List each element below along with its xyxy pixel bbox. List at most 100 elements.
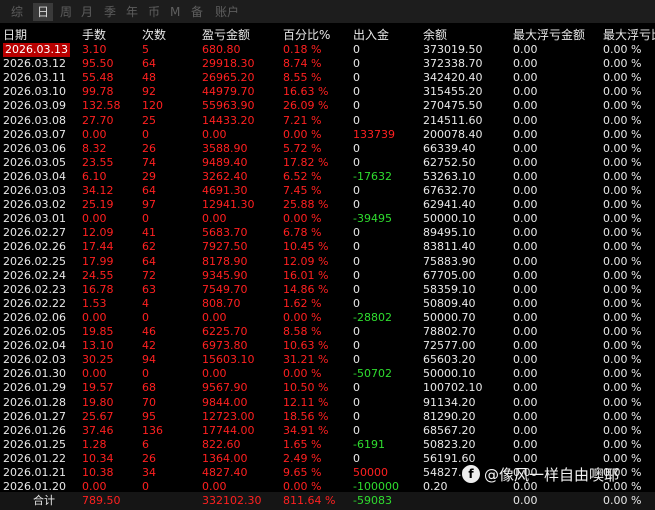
cell-max-drawdown-pct: 0.00 % bbox=[603, 141, 642, 155]
table-row[interactable]: 2026.03.09 132.58 120 55963.90 26.09 % 0 27047… bbox=[0, 99, 655, 113]
table-row[interactable]: 2026.02.06 0.00 0 0.00 0.00 % -28802 50000.70 0… bbox=[0, 311, 655, 325]
cell-max-drawdown: 0.00 bbox=[513, 85, 538, 99]
header-lots[interactable]: 手数 bbox=[82, 27, 106, 43]
cell-flow: 0 bbox=[353, 423, 360, 437]
table-row[interactable]: 2026.01.28 19.80 70 9844.00 12.11 % 0 91134.20… bbox=[0, 396, 655, 410]
cell-max-drawdown: 0.00 bbox=[513, 57, 538, 71]
cell-count: 26 bbox=[142, 451, 156, 465]
table-row[interactable]: 2026.01.30 0.00 0 0.00 0.00 % -50702 50000.10 0… bbox=[0, 367, 655, 381]
table-row[interactable]: 2026.02.27 12.09 41 5683.70 6.78 % 0 89495.10 0… bbox=[0, 226, 655, 240]
cell-date: 2026.02.24 bbox=[3, 268, 66, 282]
tab-7[interactable]: M bbox=[170, 3, 180, 21]
header-date[interactable]: 日期 bbox=[3, 27, 27, 43]
cell-flow: 0 bbox=[353, 409, 360, 423]
cell-max-drawdown-pct: 0.00 % bbox=[603, 437, 642, 451]
cell-balance: 83811.40 bbox=[423, 240, 476, 254]
cell-pnl: 4827.40 bbox=[202, 466, 248, 479]
tab-6[interactable]: 币 bbox=[146, 3, 162, 21]
header-balance[interactable]: 余额 bbox=[423, 27, 447, 43]
tab-4[interactable]: 季 bbox=[102, 3, 118, 21]
cell-max-drawdown-pct: 0.00 % bbox=[603, 310, 642, 324]
tab-9[interactable]: 账户 bbox=[213, 3, 241, 21]
table-row[interactable]: 2026.02.26 17.44 62 7927.50 10.45 % 0 83811.40… bbox=[0, 240, 655, 254]
cell-balance: 50809.40 bbox=[423, 296, 476, 310]
cell-balance: 270475.50 bbox=[423, 99, 483, 113]
cell-pnl: 6973.80 bbox=[202, 339, 248, 353]
table-row[interactable]: 2026.02.23 16.78 63 7549.70 14.86 % 0 58359.10… bbox=[0, 283, 655, 297]
cell-flow: -17632 bbox=[353, 169, 392, 183]
cell-lots: 1.53 bbox=[82, 296, 107, 310]
table-row[interactable]: 2026.02.24 24.55 72 9345.90 16.01 % 0 67705.00… bbox=[0, 269, 655, 283]
tab-8[interactable]: 备 bbox=[189, 3, 205, 21]
tab-5[interactable]: 年 bbox=[124, 3, 140, 21]
table-row[interactable]: 2026.01.27 25.67 95 12723.00 18.56 % 0 81290.2… bbox=[0, 410, 655, 424]
watermark-text: @像风一样自由噢耶 bbox=[484, 465, 620, 484]
cell-count: 72 bbox=[142, 268, 156, 282]
cell-count: 0 bbox=[142, 310, 149, 324]
header-pct[interactable]: 百分比% bbox=[283, 27, 330, 43]
header-count[interactable]: 次数 bbox=[142, 27, 166, 43]
cell-count: 42 bbox=[142, 339, 156, 353]
cell-pct: 2.49 % bbox=[283, 451, 322, 465]
cell-max-drawdown-pct: 0.00 % bbox=[603, 409, 642, 423]
cell-pct: 6.52 % bbox=[283, 169, 322, 183]
table-row[interactable]: 2026.01.26 37.46 136 17744.00 34.91 % 0 68567.… bbox=[0, 424, 655, 438]
cell-max-drawdown-pct: 0.00 % bbox=[603, 127, 642, 141]
cell-count: 70 bbox=[142, 395, 156, 409]
cell-date: 2026.01.27 bbox=[3, 409, 66, 423]
table-row[interactable]: 2026.03.05 23.55 74 9489.40 17.82 % 0 62752.50… bbox=[0, 156, 655, 170]
cell-max-drawdown: 0.00 bbox=[513, 339, 538, 353]
cell-balance: 214511.60 bbox=[423, 113, 483, 127]
cell-date: 2026.02.05 bbox=[3, 325, 66, 338]
tab-0[interactable]: 综 bbox=[8, 3, 26, 21]
cell-max-drawdown: 0.00 bbox=[513, 395, 538, 409]
table-row[interactable]: 2026.02.22 1.53 4 808.70 1.62 % 0 50809.40 0.00… bbox=[0, 297, 655, 311]
cell-balance: 50000.10 bbox=[423, 212, 476, 226]
cell-pnl: 6225.70 bbox=[202, 325, 248, 338]
header-max-drawdown[interactable]: 最大浮亏金额 bbox=[513, 27, 585, 43]
table-row[interactable]: 2026.03.11 55.48 48 26965.20 8.55 % 0 342420.4… bbox=[0, 71, 655, 85]
header-pnl[interactable]: 盈亏金额 bbox=[202, 27, 250, 43]
cell-pct: 12.11 % bbox=[283, 395, 329, 409]
table-row[interactable]: 2026.03.04 6.10 29 3262.40 6.52 % -17632 53263… bbox=[0, 170, 655, 184]
cell-max-drawdown-pct: 0.00 % bbox=[603, 296, 642, 310]
cell-lots: 17.44 bbox=[82, 240, 114, 254]
table-row[interactable]: 2026.03.08 27.70 25 14433.20 7.21 % 0 214511.6… bbox=[0, 114, 655, 128]
table-row[interactable]: 2026.02.25 17.99 64 8178.90 12.09 % 0 75883.90… bbox=[0, 255, 655, 269]
tab-3[interactable]: 月 bbox=[79, 3, 95, 21]
cell-balance: 72577.00 bbox=[423, 339, 476, 353]
cell-count: 136 bbox=[142, 423, 163, 437]
cell-date: 2026.03.08 bbox=[3, 113, 66, 127]
tab-2[interactable]: 周 bbox=[58, 3, 74, 21]
table-row[interactable]: 2026.03.12 95.50 64 29918.30 8.74 % 0 372338.7… bbox=[0, 57, 655, 71]
table-row[interactable]: 2026.03.13 3.10 5 680.80 0.18 % 0 373019.50 0.0… bbox=[0, 43, 655, 57]
table-row[interactable]: 2026.01.25 1.28 6 822.60 1.65 % -6191 50823.20… bbox=[0, 438, 655, 452]
cell-max-drawdown-pct: 0.00 % bbox=[603, 339, 642, 353]
tab-1[interactable]: 日 bbox=[33, 3, 53, 21]
cell-flow: 0 bbox=[353, 254, 360, 268]
table-row[interactable]: 2026.03.10 99.78 92 44979.70 16.63 % 0 315455.… bbox=[0, 85, 655, 99]
cell-lots: 0.00 bbox=[82, 310, 107, 324]
cell-max-drawdown-pct: 0.00 % bbox=[603, 71, 642, 85]
cell-count: 29 bbox=[142, 169, 156, 183]
cell-date: 2026.02.04 bbox=[3, 339, 66, 353]
header-flow[interactable]: 出入金 bbox=[353, 27, 389, 43]
cell-pct: 1.62 % bbox=[283, 296, 322, 310]
cell-date: 2026.03.06 bbox=[3, 141, 66, 155]
cell-max-drawdown-pct: 0.00 % bbox=[603, 367, 642, 381]
table-row[interactable]: 2026.02.04 13.10 42 6973.80 10.63 % 0 72577.00… bbox=[0, 339, 655, 353]
cell-pct: 10.63 % bbox=[283, 339, 329, 353]
table-row[interactable]: 2026.03.02 25.19 97 12941.30 25.88 % 0 62941.4… bbox=[0, 198, 655, 212]
table-row[interactable]: 2026.03.01 0.00 0 0.00 0.00 % -39495 50000.10 0… bbox=[0, 212, 655, 226]
watermark-logo-icon: f bbox=[462, 465, 480, 483]
table-row[interactable]: 2026.03.07 0.00 0 0.00 0.00 % 133739 200078.40… bbox=[0, 128, 655, 142]
table-row[interactable]: 2026.01.29 19.57 68 9567.90 10.50 % 0 100702.1… bbox=[0, 381, 655, 395]
table-row[interactable]: 2026.03.03 34.12 64 4691.30 7.45 % 0 67632.70 0… bbox=[0, 184, 655, 198]
table-row[interactable]: 2026.03.06 8.32 26 3588.90 5.72 % 0 66339.40 0.… bbox=[0, 142, 655, 156]
header-max-drawdown-pct[interactable]: 最大浮亏比 bbox=[603, 27, 655, 43]
cell-date: 2026.03.13 bbox=[3, 43, 70, 57]
cell-max-drawdown-pct: 0.00 % bbox=[603, 184, 642, 197]
cell-max-drawdown-pct: 0.00 % bbox=[603, 43, 642, 56]
table-row[interactable]: 2026.02.03 30.25 94 15603.10 31.21 % 0 65603.2… bbox=[0, 353, 655, 367]
table-row[interactable]: 2026.02.05 19.85 46 6225.70 8.58 % 0 78802.70 0… bbox=[0, 325, 655, 339]
